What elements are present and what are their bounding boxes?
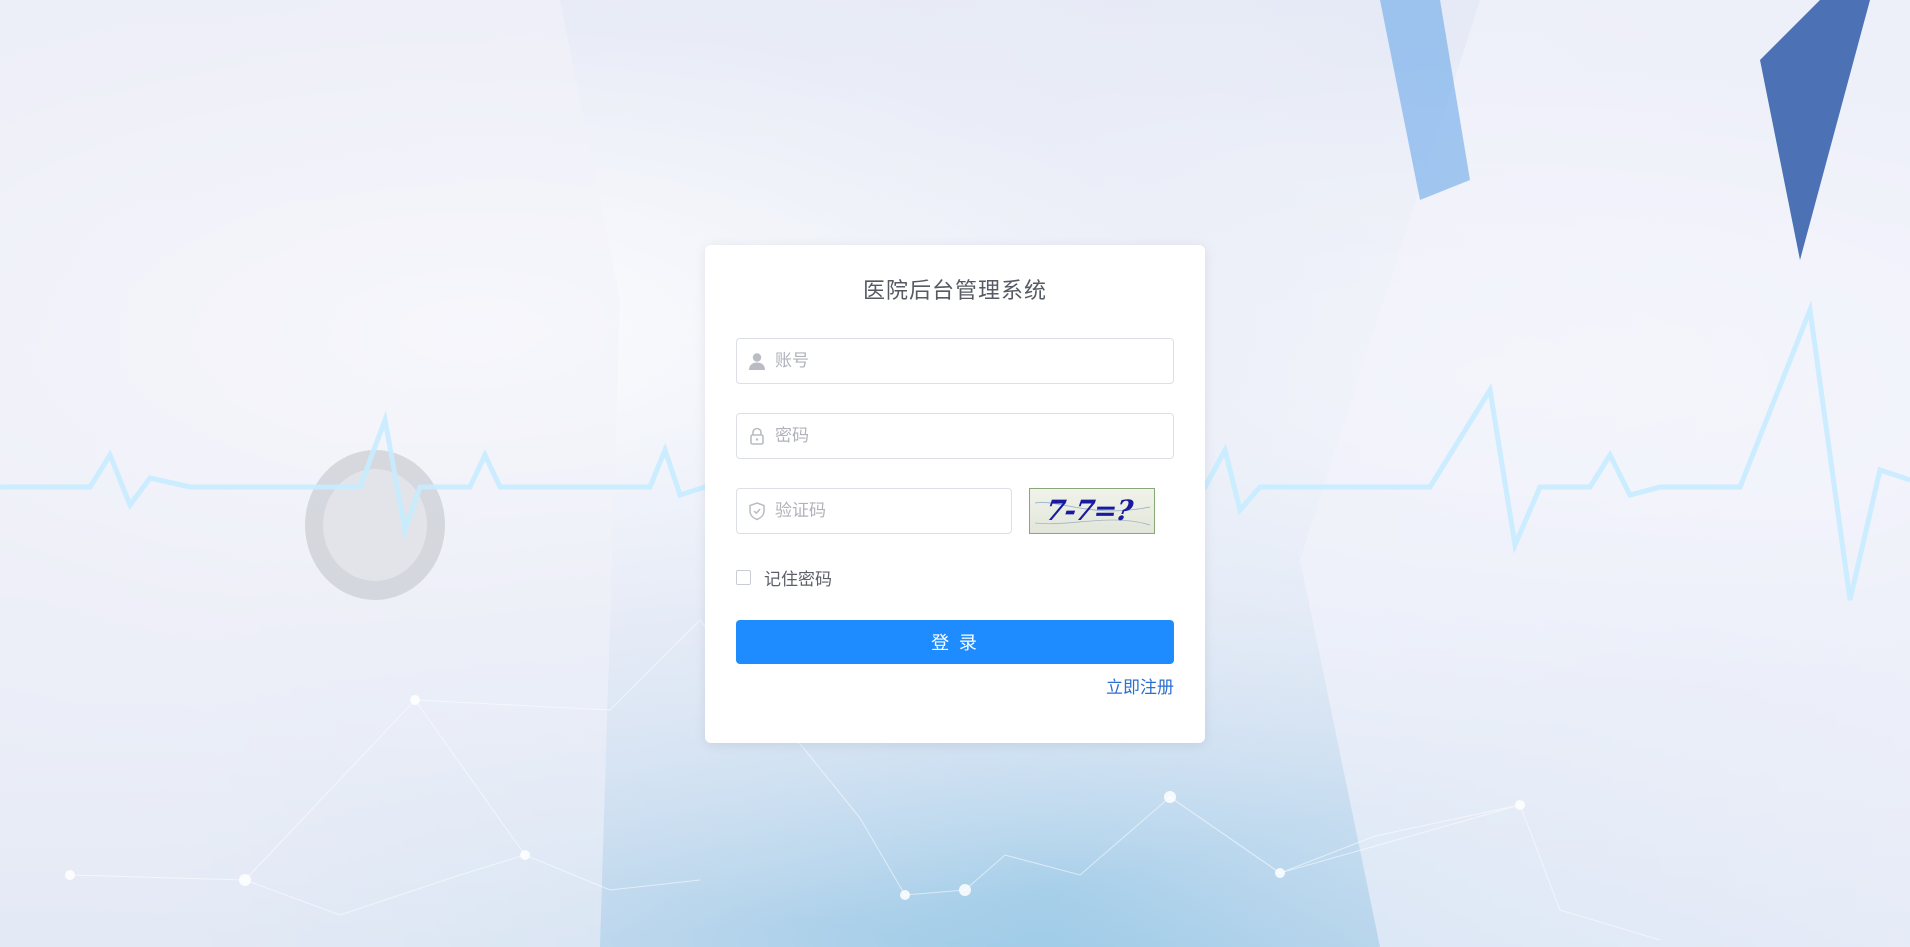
password-field[interactable] <box>736 413 1174 459</box>
username-field[interactable] <box>736 338 1174 384</box>
register-link[interactable]: 立即注册 <box>1106 673 1174 698</box>
username-input[interactable] <box>775 339 1163 383</box>
password-input[interactable] <box>775 414 1163 458</box>
shield-icon <box>747 501 767 521</box>
remember-label: 记住密码 <box>764 570 832 590</box>
page-title: 医院后台管理系统 <box>862 279 1047 304</box>
captcha-graphic: 7-7=? <box>1034 494 1151 527</box>
captcha-text: 7-7=? <box>1044 494 1136 527</box>
captcha-input[interactable] <box>775 489 1001 533</box>
login-button[interactable]: 登 录 <box>736 620 1174 664</box>
login-card: 医院后台管理系统 账号 验证码 7-7=? 记住密码 登 录 立即注册 <box>705 245 1205 743</box>
captcha-field[interactable] <box>736 488 1012 534</box>
lock-icon <box>747 426 767 446</box>
remember-password[interactable]: 记住密码 <box>736 565 832 590</box>
captcha-image[interactable]: 7-7=? <box>1029 488 1155 534</box>
user-icon <box>747 351 767 371</box>
remember-checkbox[interactable] <box>736 570 751 585</box>
